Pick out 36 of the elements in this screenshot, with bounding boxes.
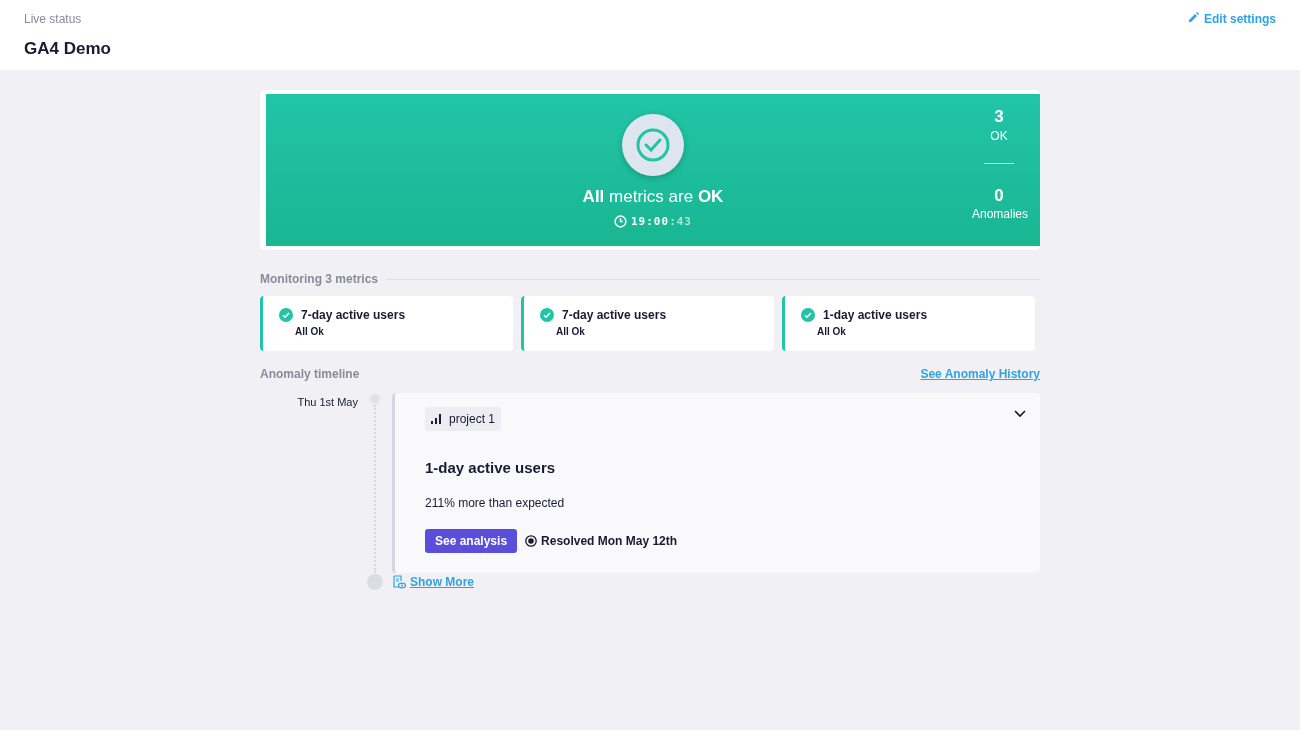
edit-settings-link[interactable]: Edit settings <box>1188 10 1276 60</box>
chevron-down-icon[interactable] <box>1014 407 1026 419</box>
metric-status: All Ok <box>817 325 847 339</box>
anomaly-description: 211% more than expected <box>425 494 566 512</box>
status-message: All metrics are OK <box>582 186 724 208</box>
bar-chart-icon <box>431 414 441 424</box>
clock-icon <box>614 215 627 229</box>
anomalies-label: Anomalies <box>972 206 1026 224</box>
ok-count: 3 <box>993 108 1005 127</box>
timeline-end-dot <box>367 573 383 590</box>
section-heading: Monitoring 3 metrics <box>260 271 378 288</box>
status-time: 19:00:43 <box>631 213 692 230</box>
timeline-date: Thu 1st May <box>296 395 358 410</box>
project-tag: project 1 <box>425 407 502 431</box>
section-heading: Anomaly timeline <box>260 366 360 383</box>
show-more-link[interactable]: Show More <box>392 572 474 591</box>
check-icon <box>279 308 293 322</box>
see-analysis-button[interactable]: See analysis <box>425 528 518 553</box>
metric-name: 7-day active users <box>562 307 667 324</box>
anomaly-metric-name: 1-day active users <box>425 458 557 478</box>
metric-status: All Ok <box>295 325 325 339</box>
check-icon <box>801 308 815 322</box>
check-circle-icon <box>622 114 684 176</box>
metric-name: 7-day active users <box>301 307 406 324</box>
ok-label: OK <box>989 127 1009 145</box>
page-title: GA4 Demo <box>24 38 111 60</box>
anomaly-history-link[interactable]: See Anomaly History <box>920 365 1040 383</box>
document-eye-icon <box>392 574 406 589</box>
radio-dot-icon <box>525 534 538 547</box>
metric-status: All Ok <box>556 325 586 339</box>
anomaly-count: 0 <box>993 186 1005 206</box>
pencil-icon <box>1188 11 1200 23</box>
check-icon <box>540 308 554 322</box>
page-subtitle: Live status <box>24 11 83 28</box>
resolution-status: Resolved Mon May 12th <box>541 532 678 550</box>
metric-name: 1-day active users <box>823 307 928 324</box>
